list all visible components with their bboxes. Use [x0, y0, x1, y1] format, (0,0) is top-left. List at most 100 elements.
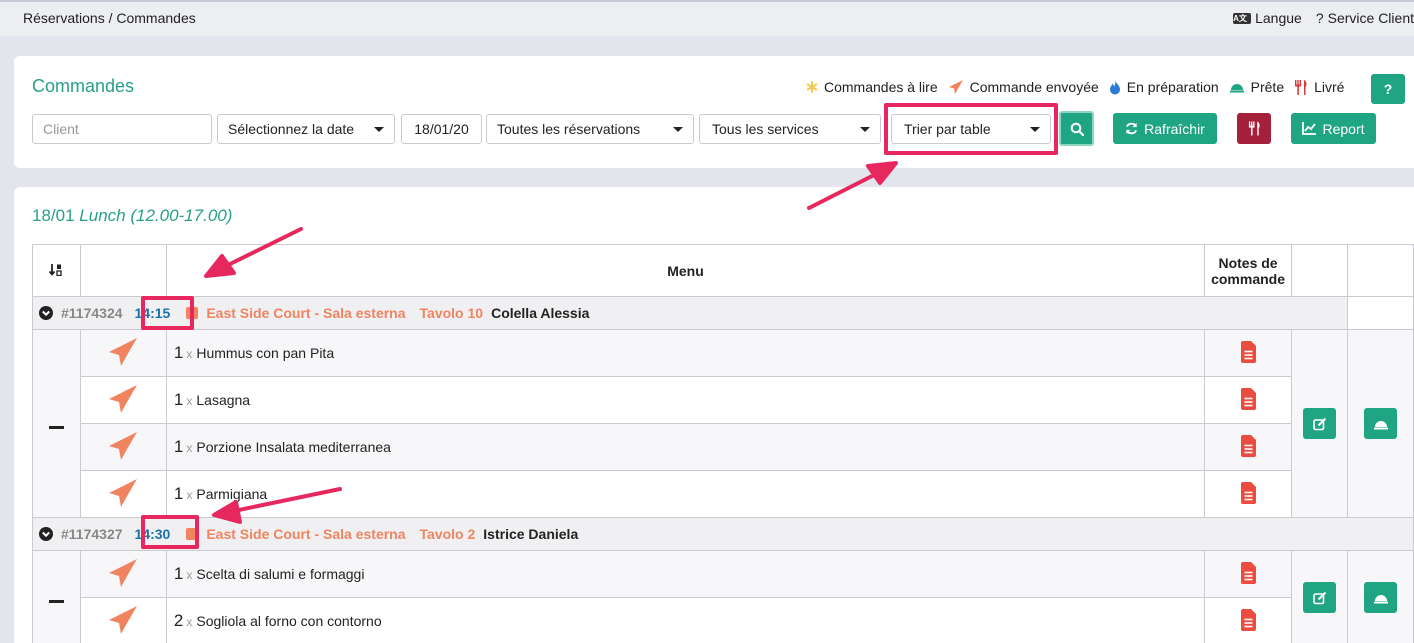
sort-column-header[interactable] [32, 244, 81, 297]
services-select[interactable]: Tous les services [699, 114, 881, 144]
chevron-circle-down-icon[interactable] [39, 306, 53, 320]
note-document-icon[interactable] [1240, 608, 1257, 631]
date-select[interactable]: Sélectionnez la date [217, 114, 395, 144]
paper-plane-icon[interactable] [107, 477, 139, 509]
collapse-toggle[interactable] [32, 329, 81, 518]
edit-order-button[interactable] [1303, 582, 1337, 613]
note-document-icon[interactable] [1240, 561, 1257, 584]
ready-column-header [1347, 244, 1414, 297]
order-id: #1174324 [61, 305, 123, 321]
asterisk-icon [806, 81, 818, 93]
utensils-icon [1248, 121, 1260, 136]
kitchen-button[interactable] [1237, 113, 1271, 144]
legend-sent: Commande envoyée [948, 79, 1099, 95]
table-number: Tavolo 10 [419, 305, 484, 321]
venue-color-square [186, 528, 199, 540]
edit-column-header [1291, 244, 1348, 297]
top-bar: Réservations / Commandes A文 Langue ? Servi… [0, 0, 1414, 36]
collapse-toggle[interactable] [32, 550, 81, 643]
order-item-row: 2 x Sogliola al forno con contorno [33, 597, 1414, 643]
status-column-header [79, 244, 167, 297]
item-name: Scelta di salumi e formaggi [196, 566, 365, 582]
paper-plane-icon[interactable] [107, 383, 139, 415]
paper-plane-icon[interactable] [107, 336, 139, 368]
order-id: #1174327 [61, 526, 123, 542]
chevron-circle-down-icon[interactable] [39, 527, 53, 541]
legend-to-read: Commandes à lire [806, 79, 938, 95]
paper-plane-icon[interactable] [107, 557, 139, 589]
table-number: Tavolo 2 [419, 526, 476, 542]
order-item-row: 1 x Lasagna [33, 376, 1414, 424]
client-input[interactable] [43, 121, 201, 137]
edit-icon [1312, 591, 1326, 604]
sort-icon [49, 263, 63, 276]
cloche-icon [1373, 594, 1388, 603]
note-document-icon[interactable] [1240, 340, 1257, 363]
edit-order-button[interactable] [1303, 408, 1337, 439]
language-link[interactable]: A文 Langue [1233, 10, 1302, 26]
note-document-icon[interactable] [1240, 434, 1257, 457]
help-button[interactable]: ? [1371, 74, 1405, 104]
paper-plane-icon[interactable] [107, 604, 139, 636]
order-item-row: 1 x Parmigiana [33, 470, 1414, 518]
search-icon [1070, 122, 1084, 136]
guest-name: Istrice Daniela [483, 526, 579, 542]
reservations-select[interactable]: Toutes les réservations [486, 114, 694, 144]
minus-icon [48, 599, 64, 603]
order-time: 14:30 [134, 526, 171, 542]
guest-name: Colella Alessia [491, 305, 590, 321]
order-time: 14:15 [134, 305, 171, 321]
breadcrumb: Réservations / Commandes [23, 10, 196, 26]
note-document-icon[interactable] [1240, 481, 1257, 504]
legend-preparing: En préparation [1109, 79, 1219, 95]
refresh-button[interactable]: Rafraîchir [1113, 113, 1217, 144]
cloche-icon [1229, 84, 1244, 93]
item-name: Sogliola al forno con contorno [196, 613, 382, 629]
notes-column-header: Notes de commande [1204, 244, 1293, 297]
order-item-row: 1 x Hummus con pan Pita [32, 329, 1414, 518]
venue-name: East Side Court - Sala esterna [206, 305, 406, 321]
status-legend: Commandes à lire Commande envoyée En pré… [806, 79, 1354, 95]
utensils-icon [1295, 79, 1307, 95]
chevron-down-icon [1030, 127, 1040, 132]
item-name: Porzione Insalata mediterranea [196, 439, 391, 455]
order-item-row: 1 x Porzione Insalata mediterranea [33, 423, 1414, 471]
item-name: Parmigiana [196, 486, 268, 502]
report-button[interactable]: Report [1291, 113, 1376, 144]
mark-ready-button[interactable] [1364, 582, 1397, 613]
order-group-row: #1174324 14:15 East Side Court - Sala es… [32, 296, 1414, 330]
question-icon: ? [1315, 10, 1324, 26]
sort-select[interactable]: Trier par table [891, 114, 1051, 144]
item-name: Lasagna [196, 392, 251, 408]
order-item-row: 1 x Scelta di salumi e formaggi [32, 550, 1414, 643]
order-group-row: #1174327 14:30 East Side Court - Sala es… [32, 517, 1414, 551]
paper-plane-icon[interactable] [107, 430, 139, 462]
cloche-icon [1373, 420, 1388, 429]
filters-card [14, 56, 1414, 168]
item-name: Hummus con pan Pita [196, 345, 335, 361]
mark-ready-button[interactable] [1364, 408, 1397, 439]
support-link[interactable]: ? Service Client [1316, 10, 1414, 26]
edit-icon [1312, 417, 1326, 430]
service-title: 18/01 Lunch (12.00-17.00) [32, 206, 233, 225]
orders-table: Menu Notes de commande #1174324 14:15 Ea… [32, 244, 1414, 643]
top-nav: A文 Langue ? Service Client [1233, 10, 1414, 26]
paper-plane-icon [948, 80, 963, 94]
chevron-down-icon [374, 127, 384, 132]
fire-icon [1109, 79, 1120, 94]
venue-name: East Side Court - Sala esterna [206, 526, 406, 542]
table-header-row: Menu Notes de commande [32, 244, 1414, 297]
chevron-down-icon [860, 127, 870, 132]
language-icon: A文 [1233, 12, 1252, 24]
chevron-down-icon [673, 127, 683, 132]
note-document-icon[interactable] [1240, 387, 1257, 410]
refresh-icon [1126, 122, 1138, 135]
chart-icon [1302, 122, 1317, 135]
client-search-field[interactable] [32, 114, 212, 144]
minus-icon [48, 425, 64, 429]
legend-ready: Prête [1229, 79, 1284, 95]
search-button[interactable] [1059, 111, 1094, 146]
page-title: Commandes [32, 76, 135, 96]
legend-delivered: Livré [1294, 79, 1344, 95]
date-input[interactable]: 18/01/20 [401, 114, 482, 144]
